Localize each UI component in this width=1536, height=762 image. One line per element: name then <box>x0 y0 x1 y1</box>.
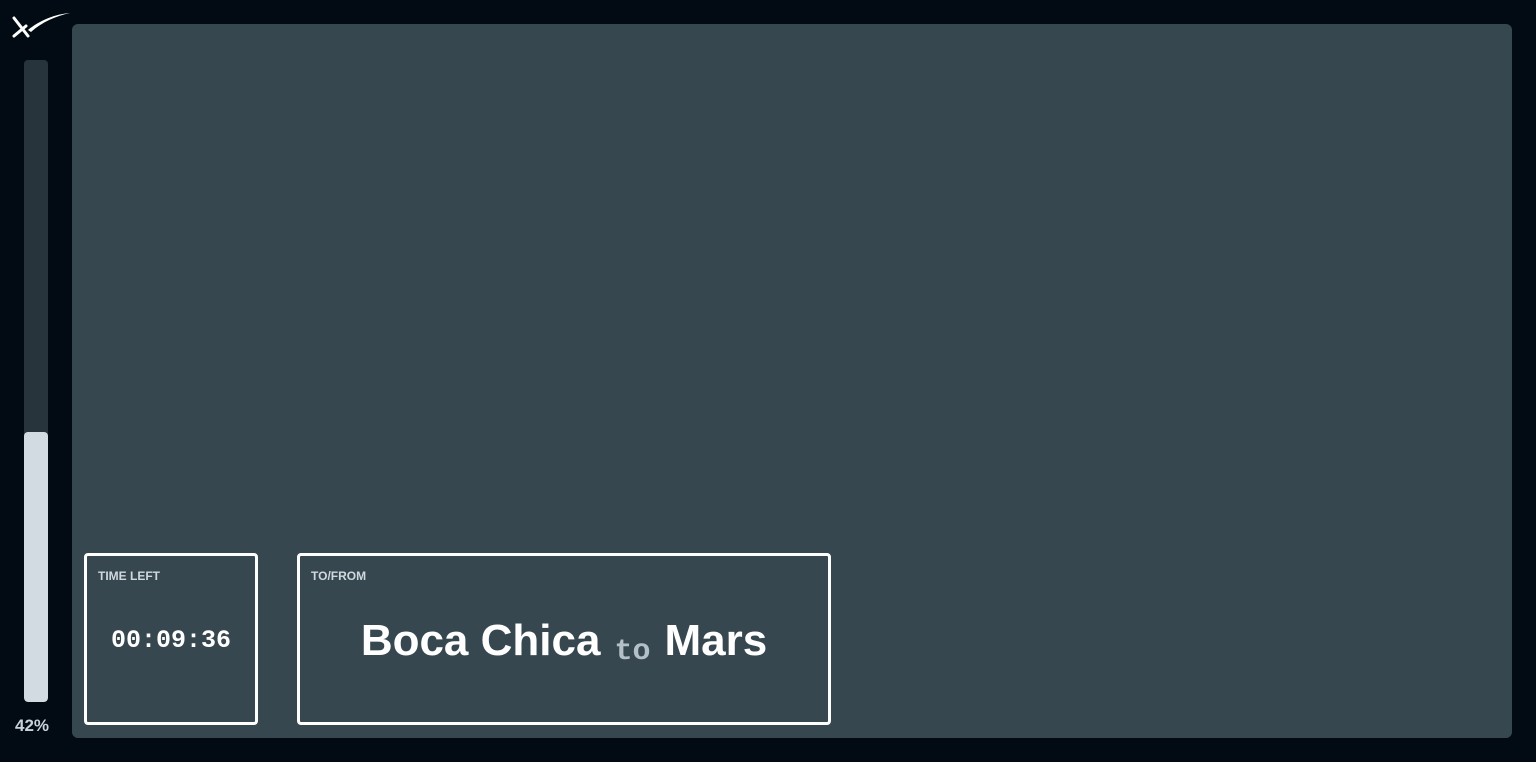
route-label: TO/FROM <box>311 569 367 583</box>
main-viewport: TIME LEFT 00:09:36 TO/FROM Boca Chica to M… <box>72 24 1512 738</box>
route-card: TO/FROM Boca Chica to Mars <box>297 553 831 725</box>
app-root: 42% TIME LEFT 00:09:36 TO/FROM Boca Chic… <box>0 0 1536 762</box>
time-left-card: TIME LEFT 00:09:36 <box>84 553 258 725</box>
route-destination: Mars <box>664 616 768 665</box>
route-separator: to <box>614 635 651 669</box>
time-left-value: 00:09:36 <box>110 626 232 655</box>
progress-bar <box>24 60 48 702</box>
progress-percent-label: 42% <box>14 716 50 735</box>
time-left-label: TIME LEFT <box>98 569 160 583</box>
progress-bar-fill <box>24 432 48 702</box>
route-value: Boca Chica to Mars <box>300 616 828 669</box>
x-swoosh-logo-icon <box>12 13 70 38</box>
route-origin: Boca Chica <box>360 616 601 665</box>
